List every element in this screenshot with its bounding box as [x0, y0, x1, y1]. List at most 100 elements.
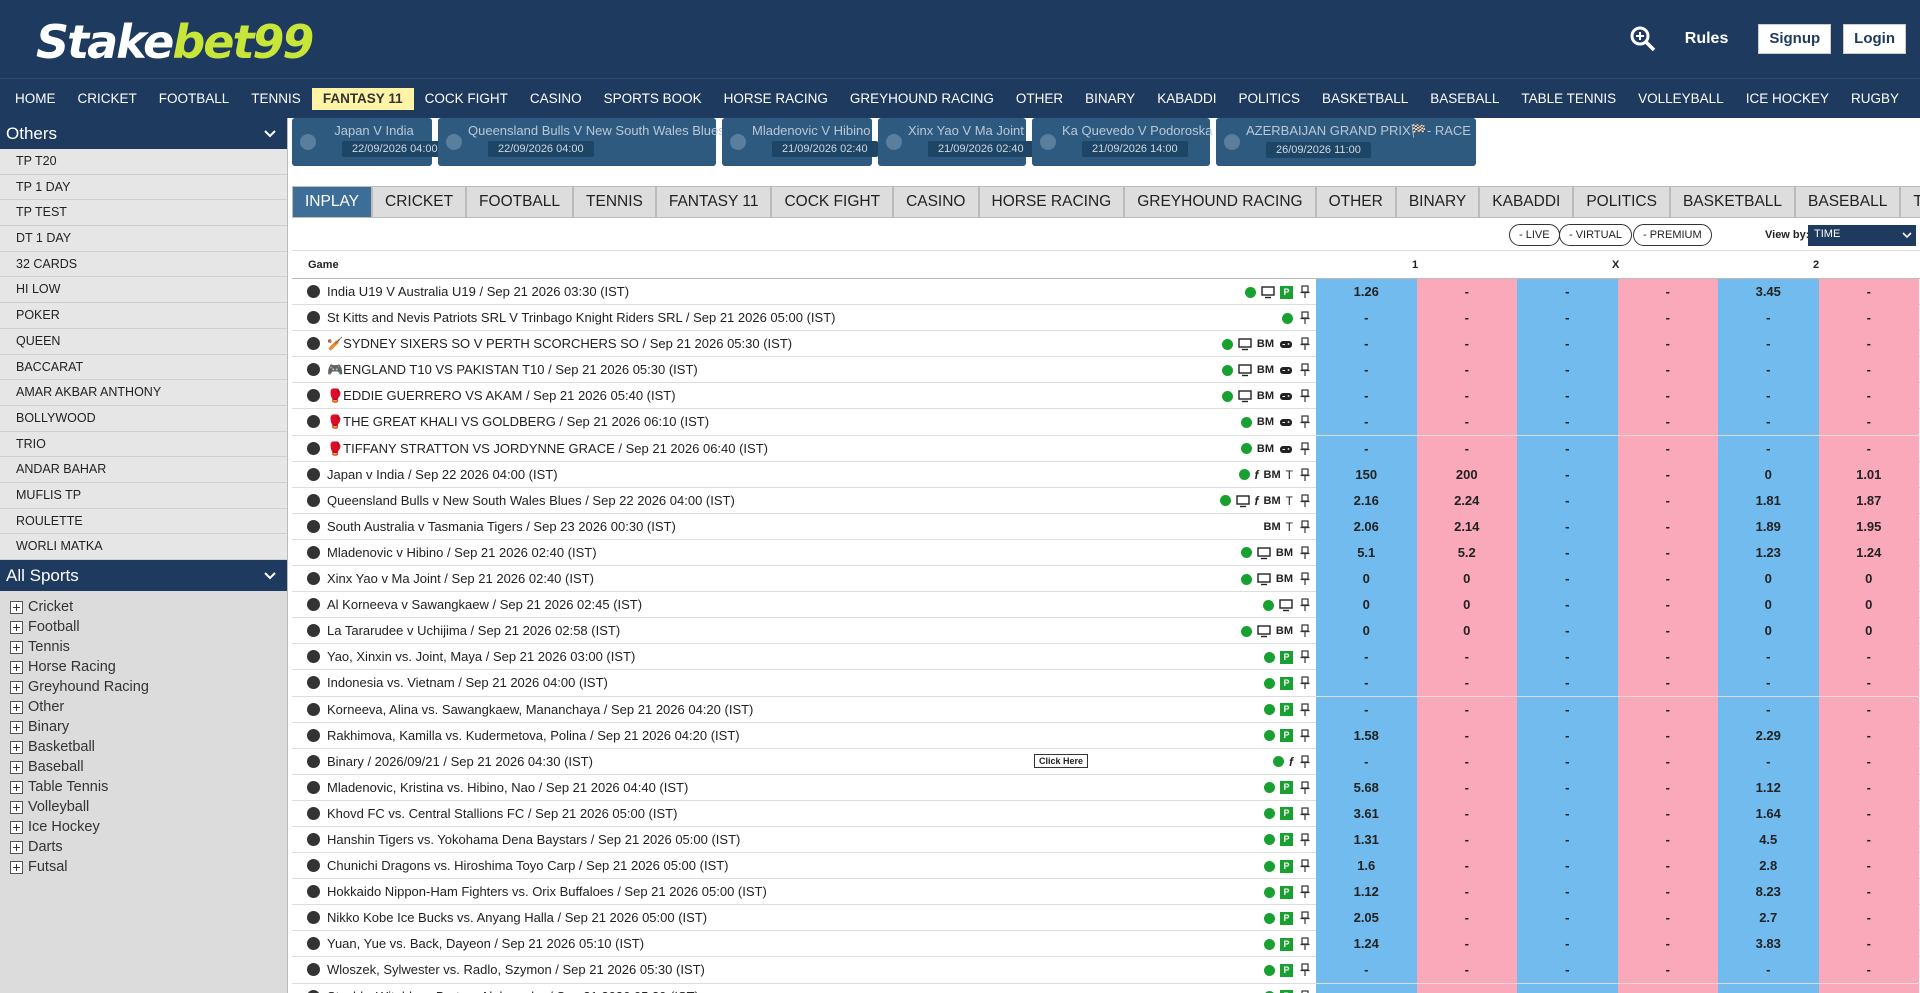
back-odds-cell[interactable]: -	[1316, 383, 1417, 410]
live-filter[interactable]: - LIVE	[1509, 224, 1560, 246]
back-odds-cell[interactable]: -	[1718, 983, 1819, 993]
back-odds-cell[interactable]: -	[1316, 331, 1417, 358]
back-odds-cell[interactable]: -	[1718, 409, 1819, 436]
nav-item[interactable]: GREYHOUND RACING	[839, 88, 1005, 110]
sport-item[interactable]: Cricket	[10, 597, 287, 617]
table-row[interactable]: Mladenovic v Hibino / Sep 21 2026 02:40 …	[292, 539, 1920, 567]
sport-tab[interactable]: FOOTBALL	[466, 186, 574, 218]
expand-icon[interactable]	[10, 780, 23, 794]
lay-odds-cell[interactable]: -	[1617, 879, 1718, 906]
sport-tab[interactable]: TABLE TENNIS	[1900, 186, 1920, 218]
event-name[interactable]: 🏏SYDNEY SIXERS SO V PERTH SCORCHERS SO /…	[327, 336, 792, 352]
table-row[interactable]: Al Korneeva v Sawangkaew / Sep 21 2026 0…	[292, 592, 1920, 619]
pin-icon[interactable]	[1298, 676, 1312, 690]
back-odds-cell[interactable]: -	[1517, 696, 1618, 723]
event-card[interactable]: Ka Quevedo V Podoroska 21/09/2026 14:00	[1032, 118, 1212, 166]
table-row[interactable]: Hokkaido Nippon-Ham Fighters vs. Orix Bu…	[292, 879, 1920, 906]
sport-tab[interactable]: COCK FIGHT	[771, 186, 894, 218]
table-row[interactable]: South Australia v Tasmania Tigers / Sep …	[292, 513, 1920, 540]
table-row[interactable]: 🥊EDDIE GUERRERO VS AKAM / Sep 21 2026 05…	[292, 383, 1920, 410]
back-odds-cell[interactable]: 1.64	[1718, 800, 1819, 827]
sport-item[interactable]: Ice Hockey	[10, 817, 287, 837]
back-odds-cell[interactable]: 0	[1718, 592, 1819, 619]
event-name[interactable]: Korneeva, Alina vs. Sawangkaew, Manancha…	[327, 702, 753, 717]
back-odds-cell[interactable]: 0	[1316, 592, 1417, 619]
lay-odds-cell[interactable]: -	[1617, 383, 1718, 410]
lay-odds-cell[interactable]: 2.24	[1416, 487, 1517, 514]
view-by-select[interactable]: TIME	[1808, 225, 1916, 246]
sport-item[interactable]: Baseball	[10, 757, 287, 777]
lay-odds-cell[interactable]: -	[1617, 435, 1718, 462]
lay-odds-cell[interactable]: -	[1617, 566, 1718, 593]
lay-odds-cell[interactable]: -	[1617, 279, 1718, 305]
lay-odds-cell[interactable]: 2.14	[1416, 513, 1517, 540]
back-odds-cell[interactable]: -	[1718, 957, 1819, 984]
sidebar-item[interactable]: TP T20	[0, 149, 287, 175]
lay-odds-cell[interactable]: -	[1617, 722, 1718, 749]
expand-icon[interactable]	[10, 640, 23, 654]
lay-odds-cell[interactable]: -	[1818, 383, 1919, 410]
nav-item[interactable]: CASINO	[519, 88, 593, 110]
sidebar-item[interactable]: TRIO	[0, 431, 287, 458]
lay-odds-cell[interactable]: -	[1416, 853, 1517, 880]
pin-icon[interactable]	[1298, 911, 1312, 925]
lay-odds-cell[interactable]: -	[1818, 331, 1919, 358]
back-odds-cell[interactable]: -	[1718, 305, 1819, 332]
back-odds-cell[interactable]: 3.61	[1316, 800, 1417, 827]
sidebar-item[interactable]: 32 CARDS	[0, 251, 287, 278]
back-odds-cell[interactable]: -	[1718, 748, 1819, 775]
event-name[interactable]: Yao, Xinxin vs. Joint, Maya / Sep 21 202…	[327, 649, 635, 664]
sport-tab[interactable]: OTHER	[1315, 186, 1396, 218]
event-name[interactable]: St Kitts and Nevis Patriots SRL V Trinba…	[327, 310, 835, 325]
back-odds-cell[interactable]: -	[1517, 305, 1618, 332]
sidebar-item[interactable]: BOLLYWOOD	[0, 405, 287, 432]
lay-odds-cell[interactable]: 0	[1818, 618, 1919, 645]
expand-icon[interactable]	[10, 840, 23, 854]
table-row[interactable]: Xinx Yao v Ma Joint / Sep 21 2026 02:40 …	[292, 566, 1920, 593]
logo[interactable]: Stakebet99	[36, 16, 314, 68]
back-odds-cell[interactable]: -	[1517, 592, 1618, 619]
table-row[interactable]: 🥊TIFFANY STRATTON VS JORDYNNE GRACE / Se…	[292, 435, 1920, 462]
lay-odds-cell[interactable]: -	[1416, 409, 1517, 436]
table-row[interactable]: Nikko Kobe Ice Bucks vs. Anyang Halla / …	[292, 905, 1920, 932]
sport-tab[interactable]: CASINO	[893, 186, 979, 218]
back-odds-cell[interactable]: -	[1517, 539, 1618, 566]
back-odds-cell[interactable]: -	[1718, 435, 1819, 462]
lay-odds-cell[interactable]: -	[1617, 983, 1718, 993]
back-odds-cell[interactable]: 0	[1718, 461, 1819, 488]
expand-icon[interactable]	[10, 720, 23, 734]
sport-tab[interactable]: INPLAY	[292, 186, 372, 218]
lay-odds-cell[interactable]: -	[1617, 305, 1718, 332]
lay-odds-cell[interactable]: -	[1416, 331, 1517, 358]
lay-odds-cell[interactable]: -	[1617, 800, 1718, 827]
pin-icon[interactable]	[1298, 389, 1312, 403]
lay-odds-cell[interactable]: -	[1617, 774, 1718, 801]
lay-odds-cell[interactable]: -	[1617, 931, 1718, 958]
nav-item[interactable]: SPORTS BOOK	[593, 88, 713, 110]
sport-tab[interactable]: KABADDI	[1479, 186, 1574, 218]
nav-item[interactable]: FANTASY 11	[311, 87, 414, 110]
table-row[interactable]: Japan v India / Sep 22 2026 04:00 (IST) f…	[292, 461, 1920, 488]
lay-odds-cell[interactable]: -	[1416, 722, 1517, 749]
back-odds-cell[interactable]: -	[1718, 357, 1819, 384]
lay-odds-cell[interactable]: -	[1617, 853, 1718, 880]
lay-odds-cell[interactable]: -	[1416, 748, 1517, 775]
back-odds-cell[interactable]: 1.12	[1316, 879, 1417, 906]
event-card[interactable]: Mladenovic V Hibino 21/09/2026 02:40	[722, 118, 878, 166]
lay-odds-cell[interactable]: -	[1818, 696, 1919, 723]
back-odds-cell[interactable]: -	[1517, 409, 1618, 436]
back-odds-cell[interactable]: 8.23	[1718, 879, 1819, 906]
back-odds-cell[interactable]: -	[1517, 983, 1618, 993]
back-odds-cell[interactable]: -	[1517, 566, 1618, 593]
event-name[interactable]: 🥊EDDIE GUERRERO VS AKAM / Sep 21 2026 05…	[327, 388, 676, 404]
back-odds-cell[interactable]: 0	[1316, 618, 1417, 645]
back-odds-cell[interactable]: 0	[1718, 618, 1819, 645]
sidebar-item[interactable]: MUFLIS TP	[0, 482, 287, 509]
lay-odds-cell[interactable]: -	[1416, 435, 1517, 462]
back-odds-cell[interactable]: 0	[1718, 566, 1819, 593]
lay-odds-cell[interactable]: -	[1416, 931, 1517, 958]
nav-item[interactable]: VOLLEYBALL	[1627, 88, 1735, 110]
event-name[interactable]: Chunichi Dragons vs. Hiroshima Toyo Carp…	[327, 858, 729, 873]
event-name[interactable]: Al Korneeva v Sawangkaew / Sep 21 2026 0…	[327, 597, 642, 612]
back-odds-cell[interactable]: -	[1517, 722, 1618, 749]
